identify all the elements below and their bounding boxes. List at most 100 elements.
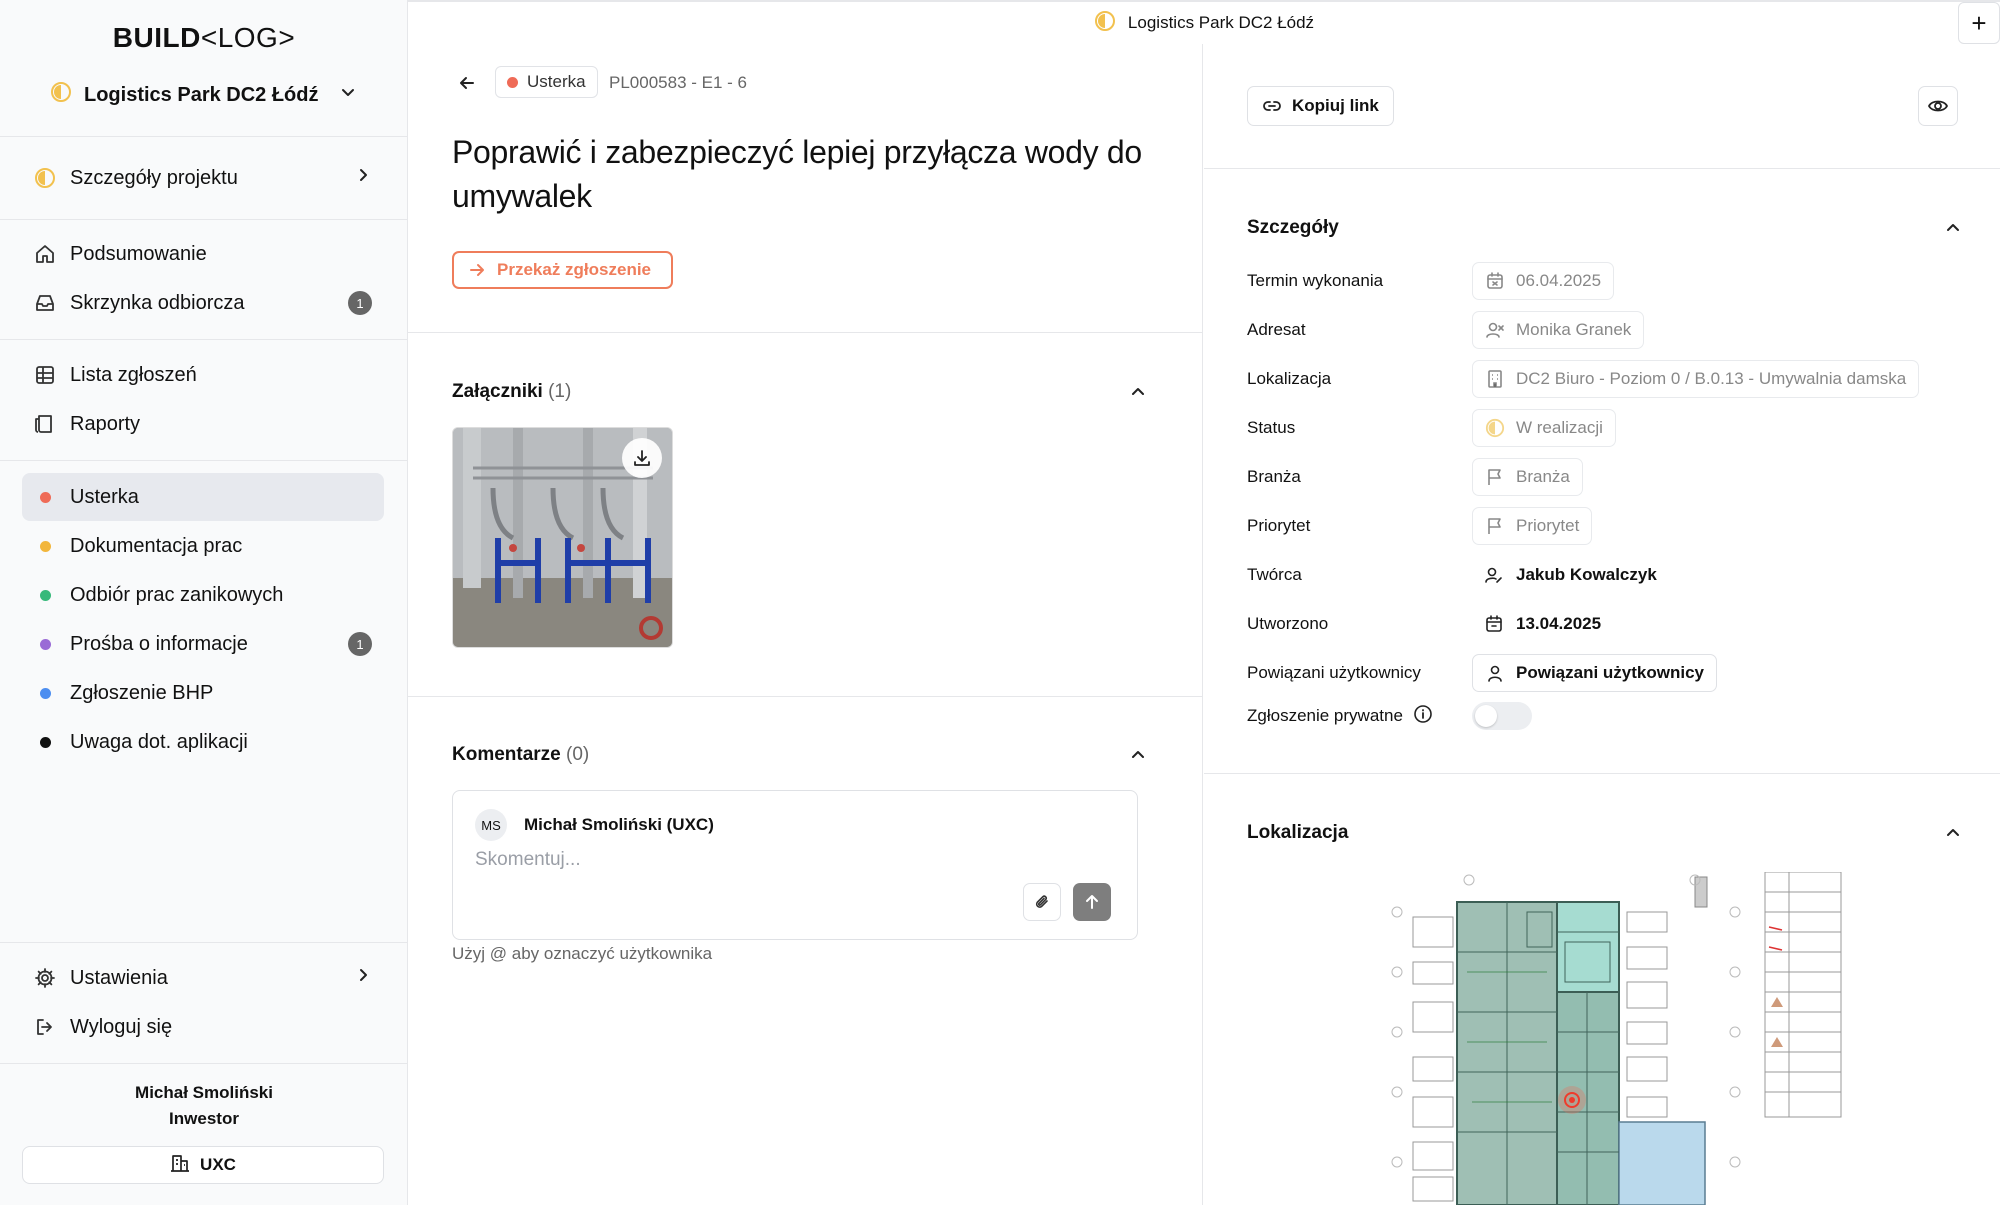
sidebar-item-summary[interactable]: Podsumowanie [22,230,384,278]
sidebar-item-settings[interactable]: Ustawienia [22,954,384,1002]
attachment-thumbnail[interactable] [452,427,673,648]
sidebar-item-project-details[interactable]: Szczegóły projektu [22,154,384,202]
chevron-up-icon [1132,751,1144,758]
watch-button[interactable] [1918,86,1958,126]
divider [0,219,408,220]
user-pen-icon [1485,567,1502,583]
creator-row: Twórca Jakub Kowalczyk [1247,555,1967,595]
attachments-header: Załączniki (1) [452,378,1152,406]
flag-icon [1488,518,1501,534]
sidebar-item-safety-report[interactable]: Zgłoszenie BHP [22,669,384,717]
project-selector[interactable]: Logistics Park DC2 Łódź [50,78,357,112]
add-button[interactable]: + [1958,2,2000,44]
sidebar-item-app-feedback[interactable]: Uwaga dot. aplikacji [22,718,384,766]
comment-author: Michał Smoliński (UXC) [524,815,714,834]
user-role: Inwestor [169,1109,239,1128]
trade-value: Branża [1516,467,1570,486]
attachments-title: Załączniki (1) [452,381,572,402]
sidebar-item-reports[interactable]: Raporty [22,400,384,448]
status-half-icon [50,81,72,109]
eye-icon [1927,100,1949,112]
download-button[interactable] [622,438,662,478]
sidebar-item-label: Uwaga dot. aplikacji [70,730,248,753]
collapse-attachments-button[interactable] [1124,378,1152,406]
created-label: Utworzono [1247,614,1329,633]
trade-field[interactable]: Branża [1472,458,1583,496]
floor-plan-drawing [1377,871,1843,1205]
home-icon [34,243,56,265]
info-icon[interactable] [1413,704,1433,729]
sidebar-item-usterka[interactable]: Usterka [22,473,384,521]
copy-link-button[interactable]: Kopiuj link [1247,86,1394,126]
logout-icon [34,1016,56,1038]
forward-ticket-button[interactable]: Przekaż zgłoszenie [452,251,674,289]
sidebar-item-label: Usterka [70,485,139,508]
top-bar: Logistics Park DC2 Łódź [408,0,2000,44]
assignee-field[interactable]: Monika Granek [1472,311,1645,349]
attach-file-button[interactable] [1023,883,1061,921]
forward-button-label: Przekaż zgłoszenie [497,260,652,279]
due-date-field[interactable]: 06.04.2025 [1472,262,1615,300]
collapse-location-button[interactable] [1939,819,1967,847]
user-x-icon [1486,322,1504,338]
location-header: Lokalizacja [1247,819,1967,847]
location-row: Lokalizacja DC2 Biuro - Poziom 0 / B.0.1… [1247,359,1967,399]
sidebar-item-label: Raporty [70,412,141,435]
ticket-title: Poprawić i zabezpieczyć lepiej przyłącza… [452,134,1142,214]
company-button[interactable]: UXC [22,1146,384,1184]
sidebar-item-inbox[interactable]: Skrzynka odbiorcza 1 [22,279,384,327]
app-logo[interactable]: BUILD<LOG> [0,22,408,54]
floor-plan-map[interactable] [1377,871,1843,1205]
collapse-details-button[interactable] [1939,214,1967,242]
sidebar-item-label: Odbiór prac zanikowych [70,583,284,606]
sidebar-item-label: Zgłoszenie BHP [70,681,214,704]
comment-input[interactable] [475,849,1075,871]
status-value: W realizacji [1516,418,1603,437]
details-title: Szczegóły [1247,217,1339,238]
divider [0,339,408,340]
priority-field[interactable]: Priorytet [1472,507,1593,545]
inbox-icon [34,292,56,314]
mention-hint: Użyj @ aby oznaczyć użytkownika [452,944,713,963]
divider [0,136,408,137]
details-panel: Kopiuj link Szczegóły Termin wykonania 0… [1204,44,2000,1205]
creator-value-wrap: Jakub Kowalczyk [1472,565,1657,585]
creator-value: Jakub Kowalczyk [1516,565,1657,584]
sidebar-item-work-documentation[interactable]: Dokumentacja prac [22,522,384,570]
sidebar-item-logout[interactable]: Wyloguj się [22,1003,384,1051]
created-value: 13.04.2025 [1516,614,1602,633]
private-toggle[interactable] [1472,702,1532,730]
user-name: Michał Smoliński [135,1083,273,1102]
send-comment-button[interactable] [1073,883,1111,921]
avatar: MS [475,809,507,841]
divider [1204,168,2000,169]
count-badge: 1 [348,632,372,656]
comments-header: Komentarze (0) [452,741,1152,769]
location-field[interactable]: DC2 Biuro - Poziom 0 / B.0.13 - Umywalni… [1472,360,1920,398]
sidebar-item-ticket-list[interactable]: Lista zgłoszeń [22,351,384,399]
divider [0,1063,408,1064]
building-icon [1488,370,1502,388]
back-button[interactable] [452,68,482,98]
chevron-up-icon [1947,829,1959,836]
ticket-panel: Usterka PL000583 - E1 - 6 Poprawić i zab… [408,44,1203,1205]
sidebar-item-label: Podsumowanie [70,242,207,265]
location-section-title: Lokalizacja [1247,822,1349,843]
calendar-icon [1486,615,1502,632]
divider [408,332,1203,333]
collapse-comments-button[interactable] [1124,741,1152,769]
details-header: Szczegóły [1247,214,1967,242]
status-label: Status [1247,418,1296,437]
sidebar-item-label: Ustawienia [70,966,168,989]
project-name: Logistics Park DC2 Łódź [84,83,319,106]
ticket-type-chip[interactable]: Usterka [495,66,598,98]
status-field[interactable]: W realizacji [1472,409,1616,447]
category-dot [40,540,51,552]
sidebar-item-hidden-work-acceptance[interactable]: Odbiór prac zanikowych [22,571,384,619]
due-date-label: Termin wykonania [1247,271,1384,290]
sidebar-item-information-request[interactable]: Prośba o informacje 1 [22,620,384,668]
chevron-up-icon [1947,224,1959,231]
related-users-button[interactable]: Powiązani użytkownicy [1472,654,1717,692]
priority-row: Priorytet Priorytet [1247,506,1967,546]
arrow-up-icon [1086,895,1098,909]
